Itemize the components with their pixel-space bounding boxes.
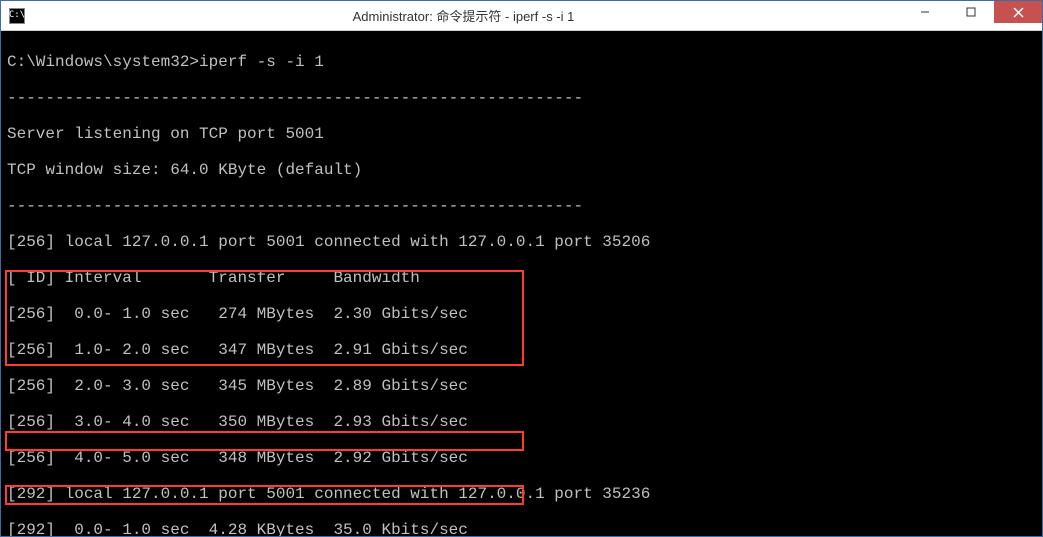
cmd-icon: C:\ [9, 8, 25, 24]
window-controls [902, 1, 1042, 30]
terminal-line: [292] local 127.0.0.1 port 5001 connecte… [7, 485, 1036, 503]
terminal-line: [256] 0.0- 1.0 sec 274 MBytes 2.30 Gbits… [7, 305, 1036, 323]
titlebar[interactable]: C:\ Administrator: 命令提示符 - iperf -s -i 1 [1, 1, 1042, 31]
terminal-line: [ ID] Interval Transfer Bandwidth [7, 269, 1036, 287]
terminal-line: Server listening on TCP port 5001 [7, 125, 1036, 143]
terminal-line: [256] local 127.0.0.1 port 5001 connecte… [7, 233, 1036, 251]
minimize-button[interactable] [902, 1, 948, 23]
terminal-line: [256] 2.0- 3.0 sec 345 MBytes 2.89 Gbits… [7, 377, 1036, 395]
close-button[interactable] [994, 1, 1042, 23]
terminal-line: [256] 3.0- 4.0 sec 350 MBytes 2.93 Gbits… [7, 413, 1036, 431]
terminal-output[interactable]: C:\Windows\system32>iperf -s -i 1 ------… [1, 31, 1042, 536]
highlight-box-icon [5, 431, 524, 451]
terminal-line: C:\Windows\system32>iperf -s -i 1 [7, 53, 1036, 71]
terminal-line: [292] 0.0- 1.0 sec 4.28 KBytes 35.0 Kbit… [7, 521, 1036, 536]
terminal-line: TCP window size: 64.0 KByte (default) [7, 161, 1036, 179]
command-prompt-window: C:\ Administrator: 命令提示符 - iperf -s -i 1… [0, 0, 1043, 537]
terminal-line: [256] 4.0- 5.0 sec 348 MBytes 2.92 Gbits… [7, 449, 1036, 467]
terminal-line: [256] 1.0- 2.0 sec 347 MBytes 2.91 Gbits… [7, 341, 1036, 359]
terminal-line: ----------------------------------------… [7, 197, 1036, 215]
maximize-button[interactable] [948, 1, 994, 23]
window-title: Administrator: 命令提示符 - iperf -s -i 1 [25, 6, 902, 25]
terminal-line: ----------------------------------------… [7, 89, 1036, 107]
